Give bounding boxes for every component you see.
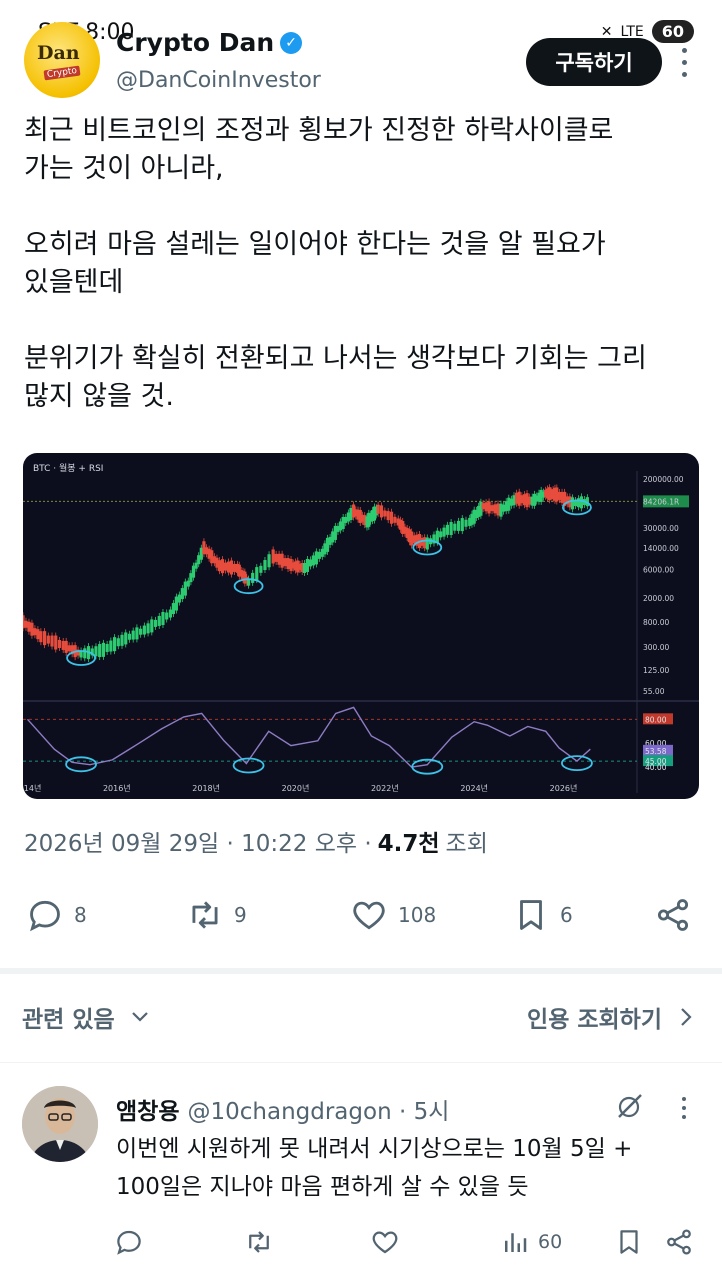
price-tick-label: 84206.1R bbox=[643, 497, 679, 506]
reply-text: 이번엔 시원하게 못 내려서 시기상으로는 10월 5일 + 100일은 지나야… bbox=[116, 1130, 696, 1206]
view-quotes-link[interactable]: 인용 조회하기 bbox=[527, 1000, 692, 1034]
avatar-text: Dan bbox=[37, 42, 80, 64]
tweet-line: 있을텐데 bbox=[24, 267, 124, 298]
author-name-text: Crypto Dan bbox=[116, 28, 275, 57]
price-tick-label: 300.00 bbox=[643, 643, 669, 652]
rsi-tick-label: 53.58 bbox=[645, 747, 667, 756]
x-tick-label: 2026년 bbox=[550, 783, 578, 793]
repost-icon bbox=[249, 1231, 269, 1253]
chart-image[interactable]: 2014년 2016년 2018년 2020년 2022년 2024년 2026년 20000… bbox=[23, 453, 699, 799]
tweet-line: 오히려 마음 설레는 일이어야 한다는 것을 알 필요가 bbox=[24, 229, 606, 260]
views-label: 조회 bbox=[445, 831, 488, 857]
quote-label: 인용 조회하기 bbox=[527, 1007, 662, 1033]
tweet-line: 많지 않을 것. bbox=[24, 381, 174, 412]
reply-like-button[interactable] bbox=[370, 1222, 400, 1262]
views-count: 4.7천 bbox=[377, 831, 440, 857]
price-tick-label: 125.00 bbox=[643, 666, 669, 675]
reply-icon bbox=[117, 1230, 141, 1255]
person-avatar-icon bbox=[22, 1086, 98, 1162]
reply-avatar[interactable] bbox=[22, 1086, 98, 1162]
tweet-line: 최근 비트코인의 조정과 횡보가 진정한 하락사이클로 bbox=[24, 115, 614, 146]
share-icon bbox=[667, 1229, 691, 1255]
price-tick-label: 30000.00 bbox=[643, 524, 679, 533]
chart-title: BTC · 월봉 + RSI bbox=[33, 464, 104, 474]
reply-more-options-icon[interactable] bbox=[676, 1094, 692, 1122]
price-tick-label: 800.00 bbox=[643, 618, 669, 627]
repost-icon bbox=[192, 901, 218, 929]
author-name[interactable]: Crypto Dan ✓ bbox=[116, 28, 303, 57]
tweet-blank-line bbox=[24, 188, 704, 226]
price-tick-label: 200000.00 bbox=[643, 475, 684, 484]
views-bar-chart-icon bbox=[505, 1233, 527, 1252]
reply-views-button[interactable]: 60 bbox=[500, 1222, 562, 1262]
price-tick-label: 2000.00 bbox=[643, 594, 674, 603]
bookmark-count: 6 bbox=[560, 903, 573, 927]
tweet-meta: 2026년 09월 29일 · 10:22 오후 · 4.7천 조회 bbox=[24, 824, 488, 858]
x-tick-label: 2014년 bbox=[23, 783, 41, 793]
section-divider bbox=[0, 968, 722, 974]
rsi-tick-label: 80.00 bbox=[645, 715, 667, 724]
heart-icon bbox=[353, 901, 385, 930]
related-filter[interactable]: 관련 있음 bbox=[22, 1000, 149, 1034]
bookmark-icon bbox=[620, 1230, 638, 1254]
bookmark-button[interactable]: 6 bbox=[512, 892, 573, 938]
author-handle[interactable]: @DanCoinInvestor bbox=[116, 68, 321, 93]
reply-author-name[interactable]: 앰창용 bbox=[116, 1092, 179, 1126]
share-icon bbox=[657, 899, 689, 931]
reply-icon bbox=[30, 900, 60, 932]
tweet-line: 분위기가 확실히 전환되고 나서는 생각보다 기회는 그리 bbox=[24, 343, 647, 374]
reply-line: 100일은 지나야 마음 편하게 살 수 있을 듯 bbox=[116, 1174, 529, 1200]
reply-views-count: 60 bbox=[538, 1231, 563, 1253]
reply-line: 이번엔 시원하게 못 내려서 시기상으로는 10월 5일 + bbox=[116, 1136, 633, 1162]
author-avatar[interactable]: Dan Crypto bbox=[24, 22, 100, 98]
chart-svg: 2014년 2016년 2018년 2020년 2022년 2024년 2026년 20000… bbox=[23, 471, 699, 793]
share-button[interactable] bbox=[654, 892, 692, 938]
x-tick-label: 2016년 bbox=[103, 783, 131, 793]
repost-count: 9 bbox=[234, 903, 247, 927]
chevron-right-icon bbox=[681, 1008, 692, 1026]
related-label: 관련 있음 bbox=[22, 1007, 115, 1033]
avatar-subtext: Crypto bbox=[43, 65, 81, 81]
reply-share-button[interactable] bbox=[664, 1222, 694, 1262]
tweet-actions: 8 9 108 6 bbox=[0, 892, 722, 938]
rsi-tick-label: 40.00 bbox=[645, 763, 667, 772]
price-tick-label: 14000.00 bbox=[643, 544, 679, 553]
price-tick-label: 55.00 bbox=[643, 687, 665, 696]
reply-button[interactable]: 8 bbox=[26, 892, 87, 938]
x-tick-label: 2020년 bbox=[282, 783, 310, 793]
reply-actions: 60 bbox=[0, 1222, 722, 1262]
rsi-low-highlight bbox=[561, 755, 593, 771]
repost-button[interactable]: 9 bbox=[186, 892, 247, 938]
verified-badge-icon: ✓ bbox=[280, 31, 303, 54]
tweet-blank-line bbox=[24, 302, 704, 340]
like-button[interactable]: 108 bbox=[350, 892, 436, 938]
grok-icon[interactable] bbox=[614, 1090, 646, 1122]
reply-count: 8 bbox=[74, 903, 87, 927]
reply-bookmark-button[interactable] bbox=[614, 1222, 644, 1262]
x-tick-label: 2018년 bbox=[192, 783, 220, 793]
like-count: 108 bbox=[398, 903, 437, 927]
chevron-down-icon bbox=[131, 1012, 148, 1022]
heart-icon bbox=[372, 1231, 398, 1254]
tweet-date[interactable]: 2026년 09월 29일 · 10:22 오후 · bbox=[24, 824, 372, 858]
reply-repost-button[interactable] bbox=[244, 1222, 274, 1262]
subscribe-button[interactable]: 구독하기 bbox=[526, 38, 662, 86]
more-options-icon[interactable] bbox=[674, 44, 694, 80]
battery-level: 60 bbox=[651, 20, 694, 43]
reply-header: 앰창용 @10changdragon · 5시 bbox=[116, 1092, 449, 1126]
x-tick-label: 2024년 bbox=[460, 783, 488, 793]
price-tick-label: 6000.00 bbox=[643, 566, 674, 575]
reply-reply-button[interactable] bbox=[114, 1222, 144, 1262]
tweet-line: 가는 것이 아니라, bbox=[24, 153, 224, 184]
x-tick-label: 2022년 bbox=[371, 783, 399, 793]
divider bbox=[0, 1062, 722, 1063]
rsi-line bbox=[26, 706, 591, 768]
reply-author-handle[interactable]: @10changdragon · 5시 bbox=[187, 1092, 449, 1126]
tweet-text: 최근 비트코인의 조정과 횡보가 진정한 하락사이클로가는 것이 아니라, 오히려… bbox=[24, 112, 704, 416]
bookmark-icon bbox=[520, 900, 542, 930]
